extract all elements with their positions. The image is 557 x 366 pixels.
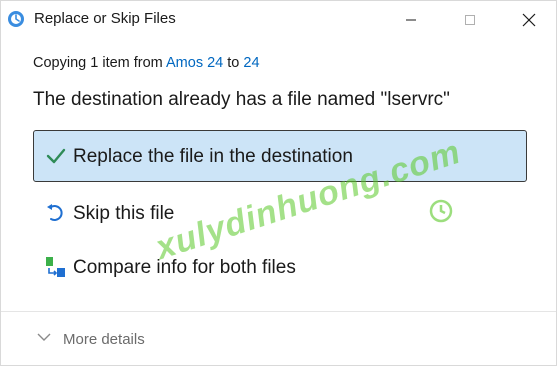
window-title: Replace or Skip Files: [34, 10, 176, 27]
compare-files-icon: [46, 257, 65, 277]
skip-option[interactable]: Skip this file: [33, 187, 527, 239]
replace-option[interactable]: Replace the file in the destination: [33, 130, 527, 182]
undo-arrow-icon: [47, 204, 63, 221]
checkmark-icon: [46, 148, 66, 164]
copy-to-word: to: [227, 55, 240, 71]
maximize-button[interactable]: [447, 1, 493, 38]
title-bar[interactable]: Replace or Skip Files: [1, 1, 556, 38]
skip-option-label: Skip this file: [73, 203, 175, 224]
copy-prefix: Copying: [33, 55, 87, 71]
chevron-down-icon[interactable]: [37, 332, 51, 342]
copy-count: 1: [90, 55, 99, 71]
close-icon: [522, 13, 536, 26]
compare-option[interactable]: Compare info for both files: [33, 241, 527, 293]
file-copy-app-icon: [8, 11, 24, 27]
replace-or-skip-dialog: Replace or Skip Files Copying 1 item fro…: [0, 0, 557, 366]
destination-folder-link[interactable]: 24: [243, 55, 259, 71]
copy-item-word: item from: [102, 55, 163, 71]
replace-option-label: Replace the file in the destination: [73, 146, 353, 167]
copy-status-line: Copying 1 item from Amos 24 to 24: [33, 55, 260, 71]
close-button[interactable]: [506, 1, 552, 38]
source-folder-link[interactable]: Amos 24: [166, 55, 223, 71]
minimize-icon: [406, 19, 416, 20]
compare-option-label: Compare info for both files: [73, 257, 296, 278]
maximize-icon: [465, 14, 475, 25]
dialog-footer: More details: [1, 311, 556, 365]
minimize-button[interactable]: [388, 1, 434, 38]
conflict-message: The destination already has a file named…: [33, 89, 450, 110]
more-details-toggle[interactable]: More details: [63, 331, 145, 348]
